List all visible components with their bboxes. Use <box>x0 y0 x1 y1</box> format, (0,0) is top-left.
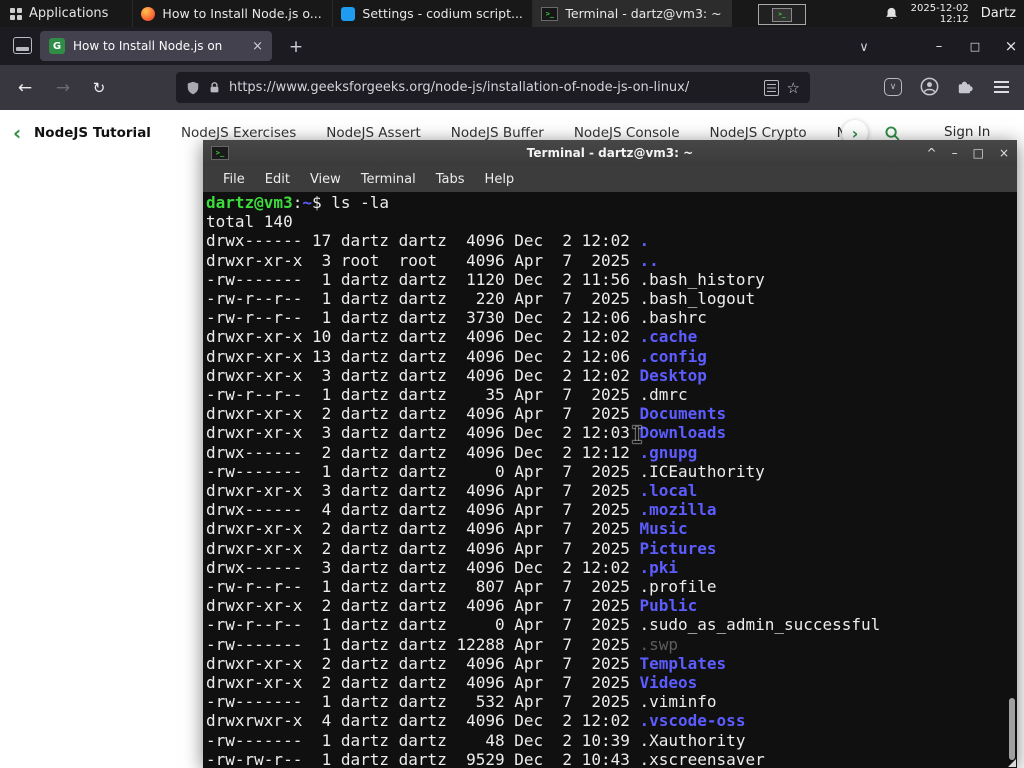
site-nav-item[interactable]: NodeJS Exercises <box>181 125 296 141</box>
desktop-panel: Applications How to Install Node.js o...… <box>0 0 1024 27</box>
taskbar-window-label: How to Install Node.js o... <box>162 6 322 21</box>
applications-menu-button[interactable]: Applications <box>0 0 118 27</box>
browser-tab-strip: G How to Install Node.js on × + ∨ – □ × <box>0 27 1024 65</box>
tab-close-icon[interactable]: × <box>252 39 263 54</box>
terminal-menu-file[interactable]: File <box>213 172 255 187</box>
terminal-scrollbar[interactable] <box>1008 244 1017 768</box>
taskbar-window-label: Settings - codium script... <box>362 6 523 21</box>
back-button[interactable]: ← <box>10 65 40 110</box>
window-minimize-button[interactable]: – <box>924 33 954 59</box>
terminal-titlebar[interactable]: >_ Terminal - dartz@vm3: ~ ^ – □ × <box>203 140 1017 166</box>
site-nav-item[interactable]: NodeJS Console <box>574 125 680 141</box>
hamburger-menu-icon[interactable] <box>994 81 1009 83</box>
list-all-tabs-chevron-icon[interactable]: ∨ <box>852 35 876 59</box>
taskbar-window-terminal[interactable]: >_ Terminal - dartz@vm3: ~ <box>532 0 733 27</box>
site-nav-back-chevron-icon[interactable]: ‹ <box>13 121 21 145</box>
firefox-icon <box>141 6 156 21</box>
terminal-resize-grip[interactable] <box>1008 759 1016 767</box>
terminal-window: >_ Terminal - dartz@vm3: ~ ^ – □ × File E… <box>203 140 1017 768</box>
mouse-cursor-ibeam <box>632 426 642 443</box>
notification-bell-icon[interactable] <box>884 6 899 22</box>
pocket-icon[interactable]: ∨ <box>884 78 902 96</box>
reader-mode-icon[interactable] <box>763 79 779 96</box>
taskbar-window-firefox[interactable]: How to Install Node.js o... <box>132 0 332 27</box>
terminal-scrollbar-thumb[interactable] <box>1009 698 1015 760</box>
site-nav-item[interactable]: NodeJS Tutorial <box>34 125 151 141</box>
account-icon[interactable] <box>920 77 939 96</box>
workspace-switcher[interactable]: >_ <box>758 4 806 25</box>
terminal-viewport[interactable]: dartz@vm3:~$ ls -la total 140 drwx------… <box>203 192 1017 768</box>
tracking-shield-icon[interactable] <box>186 80 200 96</box>
taskbar-window-codium[interactable]: Settings - codium script... <box>332 0 532 27</box>
forward-button: → <box>55 77 71 98</box>
terminal-output: dartz@vm3:~$ ls -la total 140 drwx------… <box>206 193 881 768</box>
terminal-close-button[interactable]: × <box>999 146 1009 160</box>
terminal-icon: >_ <box>541 6 559 21</box>
terminal-menu-view[interactable]: View <box>300 172 351 187</box>
panel-clock[interactable]: 2025-12-02 12:12 <box>911 3 969 25</box>
reload-button[interactable]: ↻ <box>84 65 114 110</box>
desktop: Applications How to Install Node.js o...… <box>0 0 1024 768</box>
terminal-menu-terminal[interactable]: Terminal <box>351 172 426 187</box>
url-text: https://www.geeksforgeeks.org/node-js/in… <box>229 80 690 95</box>
terminal-menu-tabs[interactable]: Tabs <box>426 172 475 187</box>
lock-icon[interactable] <box>208 80 221 95</box>
applications-icon <box>10 7 22 20</box>
terminal-menu-help[interactable]: Help <box>475 172 525 187</box>
terminal-menubar: File Edit View Terminal Tabs Help <box>203 166 1017 192</box>
extensions-puzzle-icon[interactable] <box>956 78 974 96</box>
clock-date: 2025-12-02 <box>910 2 969 14</box>
sign-in-link[interactable]: Sign In <box>944 124 990 140</box>
site-nav-item[interactable]: NodeJS Assert <box>326 125 421 141</box>
applications-label: Applications <box>29 6 109 21</box>
terminal-maximize-button[interactable]: □ <box>973 146 984 160</box>
taskbar-window-list: How to Install Node.js o... Settings - co… <box>132 0 733 27</box>
workspace-window-icon: >_ <box>772 7 792 22</box>
terminal-shade-button[interactable]: ^ <box>927 146 937 160</box>
window-restore-button[interactable]: □ <box>960 33 990 59</box>
codium-icon <box>341 6 356 21</box>
tab-title: How to Install Node.js on <box>73 39 223 53</box>
session-user-label[interactable]: Dartz <box>981 6 1016 21</box>
terminal-title: Terminal - dartz@vm3: ~ <box>526 146 694 160</box>
site-nav-item[interactable]: NodeJS Buffer <box>451 125 544 141</box>
bookmark-star-icon[interactable]: ☆ <box>787 79 800 97</box>
firefox-view-icon[interactable] <box>13 37 32 54</box>
url-bar[interactable]: https://www.geeksforgeeks.org/node-js/in… <box>176 72 810 103</box>
tab-favicon: G <box>49 38 65 54</box>
window-close-button[interactable]: × <box>996 33 1024 59</box>
browser-tab-active[interactable]: G How to Install Node.js on × <box>40 31 272 61</box>
terminal-menu-edit[interactable]: Edit <box>255 172 300 187</box>
terminal-minimize-button[interactable]: – <box>952 146 958 160</box>
new-tab-button[interactable]: + <box>284 35 308 59</box>
site-nav-item[interactable]: NodeJS Crypto <box>710 125 807 141</box>
browser-toolbar: ← → ↻ https://www.geeksforgeeks.org/node… <box>0 65 1024 110</box>
taskbar-window-label: Terminal - dartz@vm3: ~ <box>565 6 722 21</box>
clock-time: 12:12 <box>939 13 969 25</box>
